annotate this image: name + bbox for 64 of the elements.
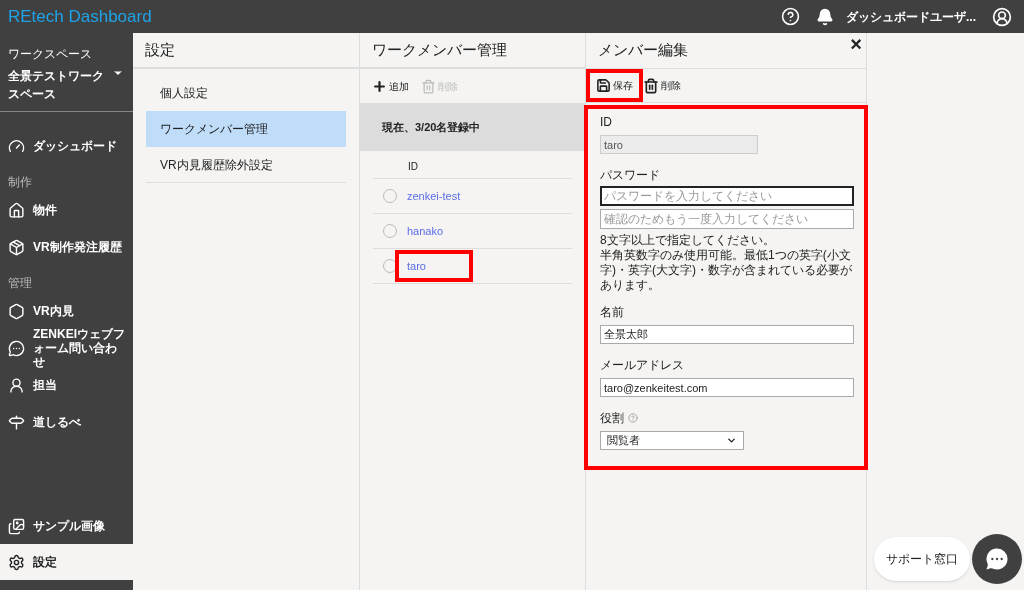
hexagon-icon <box>8 302 25 320</box>
panel-title: メンバー編集 <box>598 40 688 61</box>
confirm-password-field[interactable]: 確認のためもう一度入力してください <box>600 209 854 229</box>
member-row[interactable]: taro <box>373 249 572 284</box>
house-icon <box>8 201 25 219</box>
field-label: メールアドレス <box>600 357 685 374</box>
password-field[interactable]: パスワードを入力してください <box>600 186 854 206</box>
nav-item[interactable]: ZENKEIウェブフォーム問い合わせ <box>0 330 133 366</box>
member-id-link[interactable]: hanako <box>399 218 469 244</box>
settings-item[interactable]: ワークメンバー管理 <box>146 111 346 147</box>
password-hint: 8文字以上で指定してください。 <box>600 233 776 248</box>
workspace-select[interactable]: 全景テストワークスペース <box>8 67 125 103</box>
delete-button[interactable]: 削除 <box>643 77 681 94</box>
box-icon <box>8 238 25 256</box>
nav-item[interactable]: 道しるべ <box>0 404 133 440</box>
nav-item[interactable]: 設定 <box>0 544 133 580</box>
settings-item[interactable]: VR内見履歴除外設定 <box>146 147 346 183</box>
panel-title: 設定 <box>145 39 175 60</box>
workspace-label: ワークスペース <box>8 46 93 63</box>
save-button[interactable]: 保存 <box>590 73 639 98</box>
signpost-icon <box>8 413 25 431</box>
id-field[interactable]: taro <box>600 135 758 154</box>
nav-section: 管理 <box>0 266 133 292</box>
user-icon <box>8 376 25 394</box>
support-button[interactable]: サポート窓口 <box>874 537 970 581</box>
caret-icon <box>726 435 737 446</box>
email-field[interactable]: taro@zenkeitest.com <box>600 378 854 397</box>
member-row[interactable]: hanako <box>373 214 572 249</box>
nav-item[interactable]: VR内見 <box>0 293 133 329</box>
member-id-link[interactable]: zenkei-test <box>399 183 469 209</box>
chat-button[interactable] <box>972 534 1022 584</box>
field-label: 名前 <box>600 304 625 321</box>
trash-icon <box>421 78 436 94</box>
app-title[interactable]: REtech Dashboard <box>8 3 152 30</box>
trash-icon <box>643 77 659 94</box>
nav-section: 制作 <box>0 165 133 191</box>
nav-item[interactable]: 物件 <box>0 192 133 228</box>
field-label: ID <box>600 114 613 131</box>
password-hint: 半角英数字のみ使用可能。最低1つの英字(小文字)・英字(大文字)・数字が含まれている必要があります。 <box>600 248 853 293</box>
settings-icon <box>8 553 25 571</box>
field-label: パスワード <box>600 167 661 184</box>
settings-item[interactable]: 個人設定 <box>146 75 346 111</box>
member-row[interactable]: zenkei-test <box>373 179 572 214</box>
field-label: 役割 <box>600 410 624 427</box>
column-header: ID <box>408 159 418 174</box>
nav-item[interactable]: VR制作発注履歴 <box>0 229 133 265</box>
role-select[interactable]: 閲覧者 <box>600 431 744 450</box>
user-name[interactable]: ダッシュボードユーザ... <box>846 7 976 26</box>
bell-icon[interactable] <box>816 7 834 26</box>
chat-icon <box>8 339 25 357</box>
count-banner: 現在、3/20名登録中 <box>360 103 585 151</box>
chat-icon <box>983 545 1011 573</box>
close-button[interactable]: × <box>850 33 862 55</box>
avatar-icon[interactable] <box>992 6 1012 27</box>
save-icon <box>596 78 611 93</box>
nav-item[interactable]: サンプル画像 <box>0 508 133 544</box>
panel-title: ワークメンバー管理 <box>372 39 507 60</box>
add-button[interactable]: 追加 <box>372 78 409 94</box>
gauge-icon <box>8 137 25 155</box>
nav-item[interactable]: 担当 <box>0 367 133 403</box>
images-icon <box>8 517 25 535</box>
plus-icon <box>372 78 387 94</box>
name-field[interactable]: 全景太郎 <box>600 325 854 344</box>
nav-item[interactable]: ダッシュボード <box>0 128 133 164</box>
